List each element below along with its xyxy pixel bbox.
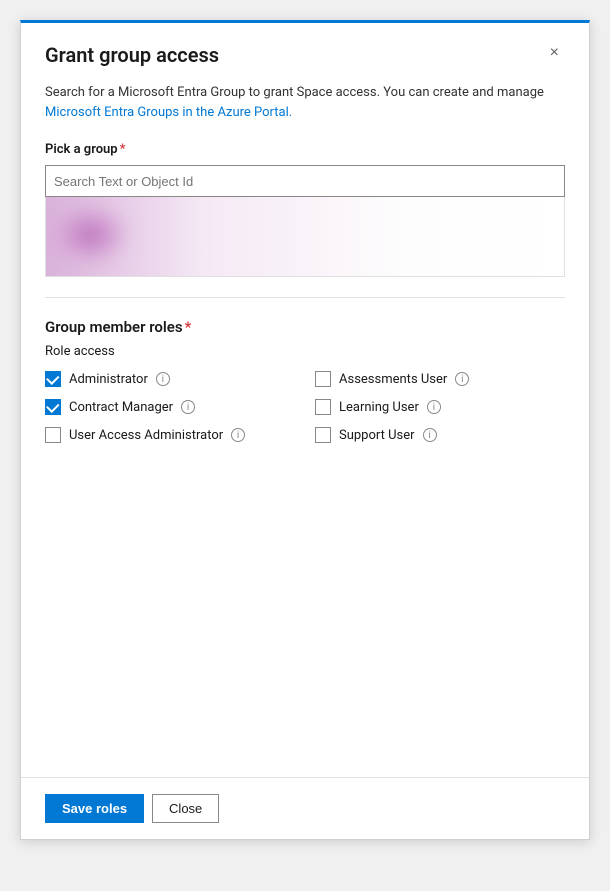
info-icon-administrator[interactable]: i	[156, 372, 170, 386]
pick-group-label: Pick a group*	[45, 142, 565, 157]
roles-title-text: Group member roles	[45, 318, 183, 336]
info-icon-support-user[interactable]: i	[423, 428, 437, 442]
description-text: Search for a Microsoft Entra Group to gr…	[45, 83, 565, 122]
roles-grid: Administrator i Assessments User i Contr…	[45, 371, 565, 443]
role-access-label: Role access	[45, 344, 565, 359]
info-icon-user-access-administrator[interactable]: i	[231, 428, 245, 442]
group-preview-area	[45, 197, 565, 277]
checkbox-user-access-administrator[interactable]	[45, 427, 61, 443]
checkbox-contract-manager[interactable]	[45, 399, 61, 415]
role-label-learning-user: Learning User	[339, 400, 419, 415]
section-divider	[45, 297, 565, 298]
info-icon-contract-manager[interactable]: i	[181, 400, 195, 414]
close-button-header[interactable]: ×	[544, 43, 565, 63]
required-star-group: *	[120, 142, 126, 157]
entra-groups-link[interactable]: Microsoft Entra Groups in the Azure Port…	[45, 105, 292, 120]
description-static-text: Search for a Microsoft Entra Group to gr…	[45, 85, 544, 100]
role-label-support-user: Support User	[339, 428, 415, 443]
info-icon-learning-user[interactable]: i	[427, 400, 441, 414]
save-roles-button[interactable]: Save roles	[45, 794, 144, 823]
info-icon-assessments-user[interactable]: i	[455, 372, 469, 386]
role-item-contract-manager: Contract Manager i	[45, 399, 295, 415]
role-item-administrator: Administrator i	[45, 371, 295, 387]
checkbox-assessments-user[interactable]	[315, 371, 331, 387]
pick-group-label-text: Pick a group	[45, 142, 118, 157]
close-button-footer[interactable]: Close	[152, 794, 219, 823]
required-star-roles: *	[185, 318, 192, 336]
role-item-assessments-user: Assessments User i	[315, 371, 565, 387]
checkbox-administrator[interactable]	[45, 371, 61, 387]
group-preview-blob	[56, 207, 126, 262]
modal-body: Search for a Microsoft Entra Group to gr…	[21, 83, 589, 610]
roles-section-title: Group member roles*	[45, 318, 565, 336]
grant-group-access-modal: Grant group access × Search for a Micros…	[20, 20, 590, 840]
modal-header: Grant group access ×	[21, 23, 589, 83]
role-item-learning-user: Learning User i	[315, 399, 565, 415]
body-spacer	[21, 610, 589, 777]
role-label-contract-manager: Contract Manager	[69, 400, 173, 415]
modal-title: Grant group access	[45, 43, 219, 67]
roles-section: Group member roles* Role access Administ…	[45, 318, 565, 443]
checkbox-support-user[interactable]	[315, 427, 331, 443]
modal-overlay: Grant group access × Search for a Micros…	[0, 0, 610, 891]
role-label-user-access-administrator: User Access Administrator	[69, 428, 223, 443]
role-item-user-access-administrator: User Access Administrator i	[45, 427, 295, 443]
group-search-input[interactable]	[45, 165, 565, 197]
modal-footer: Save roles Close	[21, 777, 589, 839]
checkbox-learning-user[interactable]	[315, 399, 331, 415]
role-label-administrator: Administrator	[69, 372, 148, 387]
role-item-support-user: Support User i	[315, 427, 565, 443]
role-label-assessments-user: Assessments User	[339, 372, 447, 387]
